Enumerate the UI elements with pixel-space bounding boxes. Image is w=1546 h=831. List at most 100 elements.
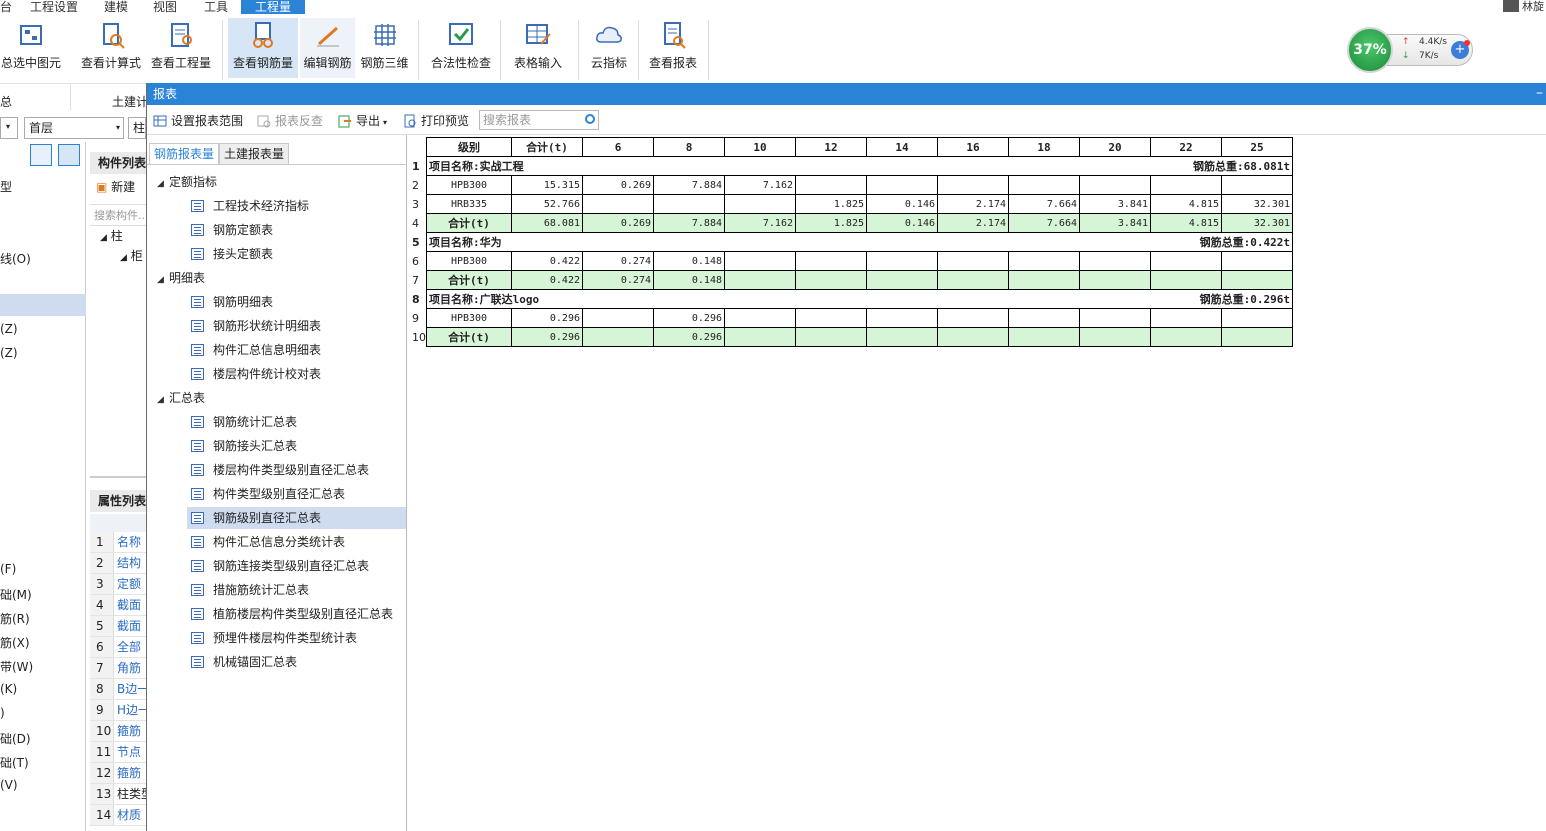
- report-row[interactable]: 9 HPB300 0.296 0.296: [412, 308, 1293, 328]
- minimize-icon[interactable]: –: [1536, 83, 1543, 103]
- export-button[interactable]: 导出 ▾: [338, 112, 387, 129]
- value-cell[interactable]: [1221, 308, 1293, 328]
- tree-item[interactable]: 钢筋明细表: [191, 291, 273, 313]
- value-cell[interactable]: [1221, 175, 1293, 195]
- value-cell[interactable]: 7.664: [1008, 213, 1080, 233]
- value-cell[interactable]: [1221, 251, 1293, 271]
- value-cell[interactable]: [795, 327, 867, 347]
- view-rebar-quantity-button[interactable]: 查看钢筋量: [228, 18, 298, 78]
- set-report-range-button[interactable]: 设置报表范围: [153, 112, 243, 129]
- value-cell[interactable]: [1221, 270, 1293, 290]
- expand-arrow-icon[interactable]: ◢: [157, 173, 169, 195]
- value-cell[interactable]: 1.825: [795, 194, 867, 214]
- value-cell[interactable]: [1008, 251, 1080, 271]
- tree-group[interactable]: ◢ 定额指标: [157, 171, 217, 193]
- property-row[interactable]: 12 箍筋: [90, 763, 146, 784]
- value-cell[interactable]: 0.148: [653, 251, 725, 271]
- value-cell[interactable]: 0.274: [582, 251, 654, 271]
- property-row[interactable]: 11 节点: [90, 742, 146, 763]
- search-icon[interactable]: [585, 114, 595, 124]
- value-cell[interactable]: 3.841: [1079, 194, 1151, 214]
- menu-item-tai[interactable]: 台: [0, 0, 12, 15]
- value-cell[interactable]: [1079, 270, 1151, 290]
- tree-item[interactable]: 植筋楼层构件类型级别直径汇总表: [191, 603, 393, 625]
- tree-item[interactable]: 钢筋级别直径汇总表: [187, 507, 406, 529]
- left-category-item[interactable]: (F): [0, 562, 16, 576]
- report-row[interactable]: 5 项目名称:华为 钢筋总重:0.422t: [412, 232, 1293, 252]
- value-cell[interactable]: [582, 308, 654, 328]
- level-cell[interactable]: 合计(t): [426, 213, 512, 233]
- menu-item-modeling[interactable]: 建模: [104, 0, 128, 15]
- property-row[interactable]: 14 材质: [90, 805, 146, 826]
- value-cell[interactable]: [724, 327, 796, 347]
- value-cell[interactable]: 7.162: [724, 213, 796, 233]
- menu-item-quantity[interactable]: 工程量: [241, 0, 306, 14]
- property-row[interactable]: 6 全部: [90, 637, 146, 658]
- left-category-item[interactable]: (Z): [0, 346, 18, 360]
- value-cell[interactable]: [795, 175, 867, 195]
- report-row[interactable]: 8 项目名称:广联达logo 钢筋总重:0.296t: [412, 289, 1293, 309]
- left-category-item[interactable]: ): [0, 706, 5, 720]
- value-cell[interactable]: [1008, 175, 1080, 195]
- tree-item[interactable]: 钢筋形状统计明细表: [191, 315, 321, 337]
- expand-arrow-icon[interactable]: ◢: [157, 389, 169, 411]
- value-cell[interactable]: [1008, 270, 1080, 290]
- value-cell[interactable]: 0.296: [511, 308, 583, 328]
- value-cell[interactable]: 52.766: [511, 194, 583, 214]
- report-row[interactable]: 3 HRB335 52.766 1.825 0.146 2.174 7.664 3.841 4.…: [412, 194, 1293, 214]
- network-speed-widget[interactable]: 37% ↑ 4.4K/s ↓ 7K/s +: [1347, 27, 1475, 73]
- value-cell[interactable]: [1008, 327, 1080, 347]
- value-cell[interactable]: [582, 327, 654, 347]
- tree-item[interactable]: 钢筋统计汇总表: [191, 411, 297, 433]
- value-cell[interactable]: [724, 251, 796, 271]
- view-formula-button[interactable]: 查看计算式: [80, 18, 142, 78]
- value-cell[interactable]: [724, 270, 796, 290]
- tree-group[interactable]: ◢ 明细表: [157, 267, 205, 289]
- left-category-item[interactable]: 线(O): [0, 250, 31, 267]
- tree-item[interactable]: 楼层构件类型级别直径汇总表: [191, 459, 369, 481]
- grid-view-icon[interactable]: [58, 144, 80, 166]
- value-cell[interactable]: [1221, 327, 1293, 347]
- tab-rebar-report[interactable]: 钢筋报表量: [149, 143, 220, 165]
- value-cell[interactable]: 3.841: [1079, 213, 1151, 233]
- value-cell[interactable]: [724, 194, 796, 214]
- dropdown-prev[interactable]: ▾: [0, 117, 18, 139]
- value-cell[interactable]: 7.162: [724, 175, 796, 195]
- value-cell[interactable]: 7.884: [653, 175, 725, 195]
- left-selected-row[interactable]: [0, 294, 86, 316]
- tree-node-sub[interactable]: ◢ 柜: [120, 246, 143, 268]
- value-cell[interactable]: [866, 175, 938, 195]
- value-cell[interactable]: 0.269: [582, 175, 654, 195]
- tree-item[interactable]: 构件汇总信息明细表: [191, 339, 321, 361]
- value-cell[interactable]: [1150, 251, 1222, 271]
- expand-arrow-icon[interactable]: ◢: [157, 269, 169, 291]
- value-cell[interactable]: [582, 194, 654, 214]
- cloud-index-button[interactable]: 云指标: [585, 18, 633, 78]
- validity-check-button[interactable]: 合法性检查: [428, 18, 494, 78]
- new-component-button[interactable]: ▣ 新建: [90, 176, 146, 198]
- value-cell[interactable]: 68.081: [511, 213, 583, 233]
- value-cell[interactable]: [937, 251, 1009, 271]
- value-cell[interactable]: [1079, 175, 1151, 195]
- value-cell[interactable]: [795, 270, 867, 290]
- value-cell[interactable]: [937, 175, 1009, 195]
- view-report-button[interactable]: 查看报表: [645, 18, 701, 78]
- value-cell[interactable]: 0.422: [511, 251, 583, 271]
- menu-item-project-settings[interactable]: 工程设置: [30, 0, 78, 15]
- value-cell[interactable]: 1.825: [795, 213, 867, 233]
- left-category-item[interactable]: 带(W): [0, 658, 33, 675]
- level-cell[interactable]: HPB300: [426, 308, 512, 328]
- value-cell[interactable]: [866, 308, 938, 328]
- property-row[interactable]: 1 名称: [90, 532, 146, 553]
- value-cell[interactable]: [866, 327, 938, 347]
- value-cell[interactable]: 2.174: [937, 213, 1009, 233]
- select-total-button[interactable]: 总选中图元: [0, 18, 62, 78]
- view-quantity-button[interactable]: 查看工程量: [150, 18, 212, 78]
- value-cell[interactable]: 0.274: [582, 270, 654, 290]
- left-category-item[interactable]: 筋(X): [0, 634, 30, 651]
- tree-item[interactable]: 机械锚固汇总表: [191, 651, 297, 673]
- value-cell[interactable]: 0.148: [653, 270, 725, 290]
- value-cell[interactable]: [1079, 251, 1151, 271]
- report-search-input[interactable]: 搜索报表: [479, 110, 599, 130]
- left-category-item[interactable]: 础(T): [0, 754, 29, 771]
